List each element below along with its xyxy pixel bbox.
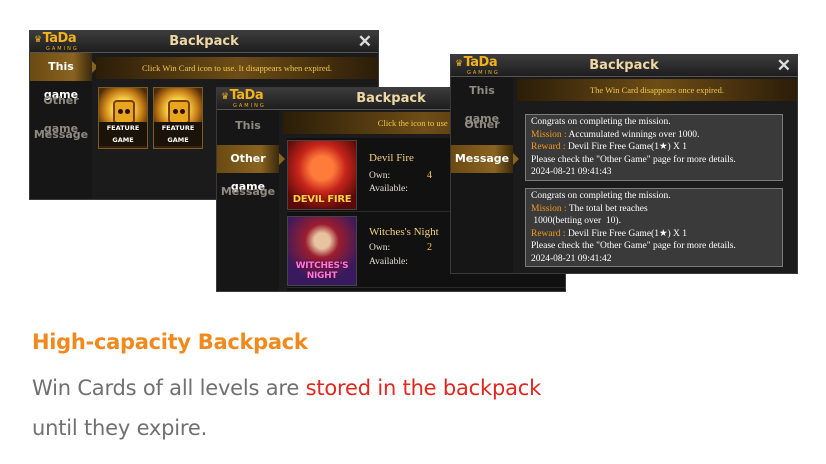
window-title: Backpack bbox=[589, 58, 659, 73]
tab-other-game[interactable]: Other game bbox=[217, 145, 285, 193]
message-card[interactable]: Congrats on completing the mission. Miss… bbox=[525, 188, 783, 267]
tab-this-game[interactable]: This game bbox=[30, 53, 98, 101]
close-icon[interactable]: ✕ bbox=[358, 31, 372, 53]
info-banner: The Win Card disappears once expired. bbox=[517, 79, 797, 101]
own-count: 4 bbox=[427, 170, 432, 181]
message-timestamp: 2024-08-21 09:41:43 bbox=[531, 167, 612, 177]
message-check: Please check the "Other Game" page for m… bbox=[531, 154, 736, 165]
message-card[interactable]: Congrats on completing the mission. Miss… bbox=[525, 114, 783, 181]
title-bar: ♛TaDa GAMING Backpack ✕ bbox=[30, 31, 378, 53]
caption-text: Win Cards of all levels are bbox=[32, 376, 306, 400]
thumbnail-title: WITCHES'S NIGHT bbox=[295, 261, 349, 281]
tab-message[interactable]: Message bbox=[217, 178, 279, 206]
caption-highlight: stored in the backpack bbox=[305, 376, 542, 400]
message-line: Congrats on completing the mission. bbox=[531, 117, 671, 127]
backpack-window-message: ♛TaDaGAMING Backpack ✕ This game Other g… bbox=[450, 54, 798, 274]
available-label: Available: bbox=[369, 257, 408, 267]
devil-fire-thumbnail[interactable]: DEVIL FIRE bbox=[287, 140, 357, 210]
idol-face-icon bbox=[113, 100, 135, 124]
witches-night-thumbnail[interactable]: WITCHES'S NIGHT bbox=[287, 216, 357, 286]
title-bar: ♛TaDa GAMING Backpack ✕ bbox=[451, 55, 797, 77]
own-label: Own: bbox=[369, 243, 391, 253]
reward-text: Devil Fire Free Game(1★) X 1 bbox=[567, 228, 687, 239]
mission-label: Mission : bbox=[531, 129, 567, 140]
sidebar: This game Other game Message bbox=[451, 77, 519, 273]
message-reward: Reward : Devil Fire Free Game(1★) X 1 bbox=[531, 228, 777, 241]
message-mission: Mission : The total bet reaches bbox=[531, 203, 777, 216]
card-label: FEATURE GAME bbox=[154, 122, 202, 146]
tab-this-game[interactable]: This game bbox=[451, 77, 513, 125]
card-label: FEATURE GAME bbox=[99, 122, 147, 146]
close-icon[interactable]: ✕ bbox=[777, 55, 791, 77]
win-card[interactable]: FEATURE GAME bbox=[98, 87, 148, 149]
reward-label: Reward : bbox=[531, 142, 566, 152]
window-title: Backpack bbox=[169, 34, 239, 49]
reward-label: Reward : bbox=[531, 228, 566, 239]
mission-label: Mission : bbox=[531, 203, 567, 214]
caption-line-1: Win Cards of all levels are stored in th… bbox=[32, 368, 541, 408]
sidebar: This game Other game Message bbox=[30, 53, 98, 199]
own-count: 2 bbox=[427, 242, 432, 253]
thumbnail-title: DEVIL FIRE bbox=[292, 194, 352, 205]
tab-message[interactable]: Message bbox=[30, 121, 92, 149]
win-card[interactable]: X1 FEATURE GAME bbox=[153, 87, 203, 149]
caption-body: Win Cards of all levels are stored in th… bbox=[32, 368, 541, 448]
mission-text: Accumulated winnings over 1000. bbox=[568, 129, 700, 140]
available-label: Available: bbox=[369, 184, 408, 194]
mission-text-continued: 1000(betting over 10). bbox=[531, 216, 621, 226]
info-banner: Click Win Card icon to use. It disappear… bbox=[96, 57, 378, 79]
caption-line-2: until they expire. bbox=[32, 416, 208, 440]
message-mission: Mission : Accumulated winnings over 1000… bbox=[531, 129, 777, 142]
own-label: Own: bbox=[369, 171, 391, 181]
sidebar: This game Other game Message bbox=[217, 110, 285, 291]
tab-other-game[interactable]: Other game bbox=[30, 87, 92, 135]
game-name: Witches's Night bbox=[369, 226, 439, 238]
tab-other-game[interactable]: Other game bbox=[451, 111, 513, 159]
idol-face-icon bbox=[168, 100, 190, 124]
game-name: Devil Fire bbox=[369, 152, 414, 164]
message-timestamp: 2024-08-21 09:41:42 bbox=[531, 253, 612, 264]
message-reward: Reward : Devil Fire Free Game(1★) X 1 bbox=[531, 141, 777, 154]
message-line: Congrats on completing the mission. bbox=[531, 191, 671, 201]
mission-text: The total bet reaches bbox=[568, 203, 648, 214]
caption-heading: High-capacity Backpack bbox=[32, 330, 308, 354]
tab-message[interactable]: Message bbox=[451, 145, 519, 173]
message-check: Please check the "Other Game" page for m… bbox=[531, 241, 736, 251]
reward-text: Devil Fire Free Game(1★) X 1 bbox=[567, 142, 687, 152]
tab-this-game[interactable]: This game bbox=[217, 112, 279, 160]
